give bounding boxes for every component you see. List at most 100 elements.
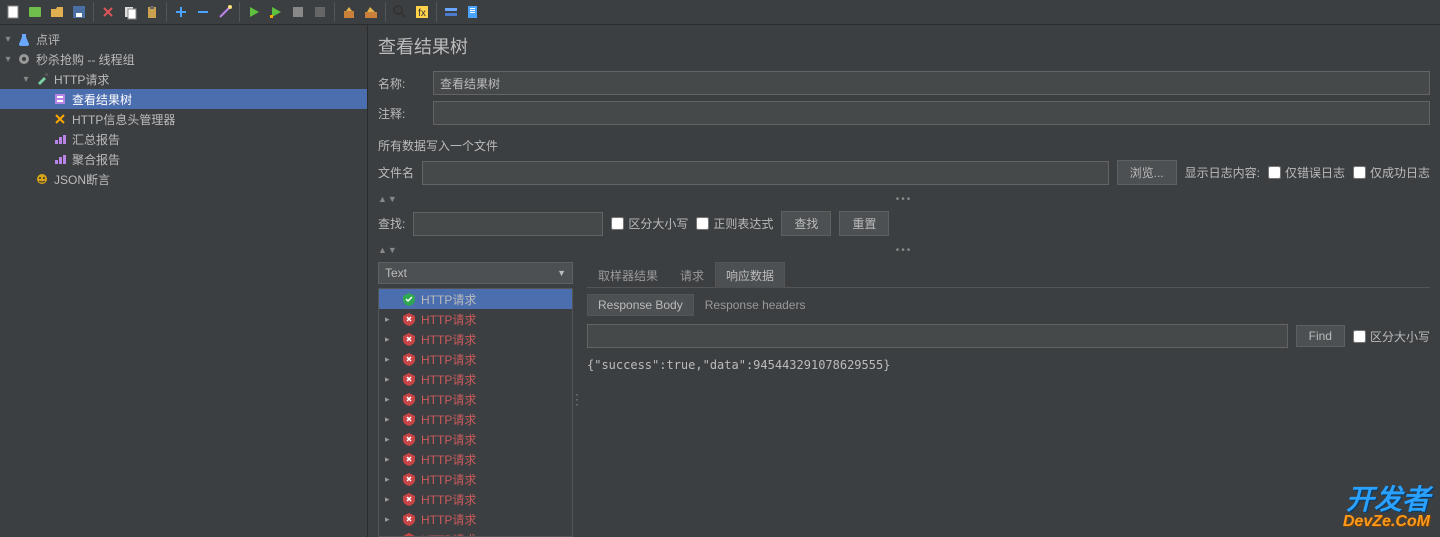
expand-icon[interactable]: ▸ (385, 394, 397, 405)
result-row[interactable]: ▸HTTP请求 (379, 349, 572, 369)
tree-item[interactable]: ▾秒杀抢购 -- 线程组 (0, 49, 367, 69)
tree-item[interactable]: ▾ HTTP请求 (0, 69, 367, 89)
reset-button[interactable]: 重置 (839, 211, 889, 236)
expand-icon[interactable]: ▸ (385, 534, 397, 537)
result-label: HTTP请求 (421, 431, 476, 448)
find-case-checkbox[interactable]: 区分大小写 (1353, 328, 1430, 345)
collapse-bar-1[interactable]: ▲▼••• (378, 191, 1430, 207)
result-row[interactable]: ▸HTTP请求 (379, 309, 572, 329)
result-row[interactable]: ▸ HTTP请求 (379, 509, 572, 529)
options-toggle-icon[interactable] (441, 2, 461, 22)
result-row[interactable]: ▸HTTP请求 (379, 409, 572, 429)
find-button[interactable]: Find (1296, 325, 1345, 347)
tree-item[interactable]: 聚合报告 (0, 149, 367, 169)
tree-item[interactable]: ▾ 点评 (0, 29, 367, 49)
tree-label: 点评 (36, 31, 68, 48)
content-panel: 查看结果树 名称: 注释: 所有数据写入一个文件 文件名 浏览... 显示日志内… (368, 25, 1440, 537)
flask-icon (16, 31, 32, 47)
subtab[interactable]: Response headers (694, 294, 817, 316)
expand-icon[interactable]: ▸ (385, 374, 397, 385)
tab[interactable]: 取样器结果 (587, 262, 669, 288)
svg-text:fx: fx (418, 8, 426, 19)
expand-icon[interactable]: ▸ (385, 334, 397, 345)
tree-item[interactable]: HTTP信息头管理器 (0, 109, 367, 129)
tree-label: 汇总报告 (72, 131, 128, 148)
run-no-pause-icon[interactable] (266, 2, 286, 22)
minus-icon[interactable] (193, 2, 213, 22)
comment-field[interactable] (433, 101, 1430, 125)
wand-icon[interactable] (215, 2, 235, 22)
templates-icon[interactable] (25, 2, 45, 22)
name-field[interactable] (433, 71, 1430, 95)
result-row[interactable]: ▸ HTTP请求 (379, 429, 572, 449)
only-error-checkbox[interactable]: 仅错误日志 (1268, 164, 1345, 181)
expand-icon[interactable]: ▸ (385, 314, 397, 325)
case-sensitive-checkbox[interactable]: 区分大小写 (611, 215, 688, 232)
shield-fail-icon (401, 351, 417, 367)
tree-toggle-icon[interactable]: ▾ (0, 54, 16, 65)
show-log-label: 显示日志内容: (1185, 164, 1260, 181)
result-row[interactable]: ▸ HTTP请求 (379, 469, 572, 489)
cut-icon[interactable] (98, 2, 118, 22)
result-label: HTTP请求 (421, 511, 476, 528)
tree-label: HTTP请求 (54, 71, 117, 88)
search-button[interactable]: 查找 (781, 211, 831, 236)
result-row[interactable]: ▸ HTTP请求 (379, 489, 572, 509)
new-icon[interactable] (3, 2, 23, 22)
stop-icon[interactable] (288, 2, 308, 22)
shield-fail-icon (401, 471, 417, 487)
tree-toggle-icon[interactable]: ▾ (18, 74, 34, 85)
regex-checkbox[interactable]: 正则表达式 (696, 215, 773, 232)
result-row[interactable]: ▸HTTP请求 (379, 369, 572, 389)
page-title: 查看结果树 (378, 33, 1430, 59)
detail-subtabs: Response BodyResponse headers (587, 294, 1430, 316)
expand-icon[interactable]: ▸ (385, 354, 397, 365)
expand-icon[interactable]: ▸ (385, 514, 397, 525)
report-icon (52, 131, 68, 147)
save-icon[interactable] (69, 2, 89, 22)
shield-fail-icon (401, 531, 417, 537)
tree-item[interactable]: 查看结果树 (0, 89, 367, 109)
tree-item[interactable]: JSON断言 (0, 169, 367, 189)
browse-button[interactable]: 浏览... (1117, 160, 1177, 185)
renderer-dropdown[interactable]: Text ▼ (378, 262, 573, 284)
open-icon[interactable] (47, 2, 67, 22)
result-row[interactable]: ▸HTTP请求 (379, 389, 572, 409)
filename-field[interactable] (422, 161, 1109, 185)
tree-item[interactable]: 汇总报告 (0, 129, 367, 149)
shield-fail-icon (401, 311, 417, 327)
expand-icon[interactable]: ▸ (385, 474, 397, 485)
search-field[interactable] (413, 212, 603, 236)
find-field[interactable] (587, 324, 1288, 348)
vertical-splitter[interactable] (573, 262, 581, 537)
result-row[interactable]: HTTP请求 (379, 289, 572, 309)
clear-icon[interactable] (339, 2, 359, 22)
help-icon[interactable] (463, 2, 483, 22)
result-row[interactable]: ▸HTTP请求 (379, 329, 572, 349)
tab[interactable]: 响应数据 (715, 262, 785, 288)
copy-icon[interactable] (120, 2, 140, 22)
run-icon[interactable] (244, 2, 264, 22)
tree-panel: ▾点评▾秒杀抢购 -- 线程组▾HTTP请求查看结果树HTTP信息头管理器汇总报… (0, 25, 368, 537)
function-icon[interactable]: fx (412, 2, 432, 22)
expand-icon[interactable]: ▸ (385, 494, 397, 505)
collapse-bar-2[interactable]: ▲▼••• (378, 242, 1430, 258)
result-label: HTTP请求 (421, 471, 476, 488)
result-row[interactable]: ▸HTTP请求 (379, 449, 572, 469)
paste-icon[interactable] (142, 2, 162, 22)
tree-toggle-icon[interactable]: ▾ (0, 34, 16, 45)
stop-all-icon[interactable] (310, 2, 330, 22)
clear-all-icon[interactable] (361, 2, 381, 22)
expand-icon[interactable]: ▸ (385, 414, 397, 425)
subtab[interactable]: Response Body (587, 294, 694, 316)
search-icon[interactable] (390, 2, 410, 22)
plus-icon[interactable] (171, 2, 191, 22)
tree-label: JSON断言 (54, 171, 118, 188)
result-label: HTTP请求 (421, 491, 476, 508)
result-row[interactable]: ▸HTTP请求 (379, 529, 572, 537)
expand-icon[interactable]: ▸ (385, 434, 397, 445)
tab[interactable]: 请求 (669, 262, 715, 288)
only-success-checkbox[interactable]: 仅成功日志 (1353, 164, 1430, 181)
results-list: HTTP请求▸HTTP请求▸HTTP请求▸HTTP请求▸HTTP请求▸HTTP请… (378, 288, 573, 537)
expand-icon[interactable]: ▸ (385, 454, 397, 465)
